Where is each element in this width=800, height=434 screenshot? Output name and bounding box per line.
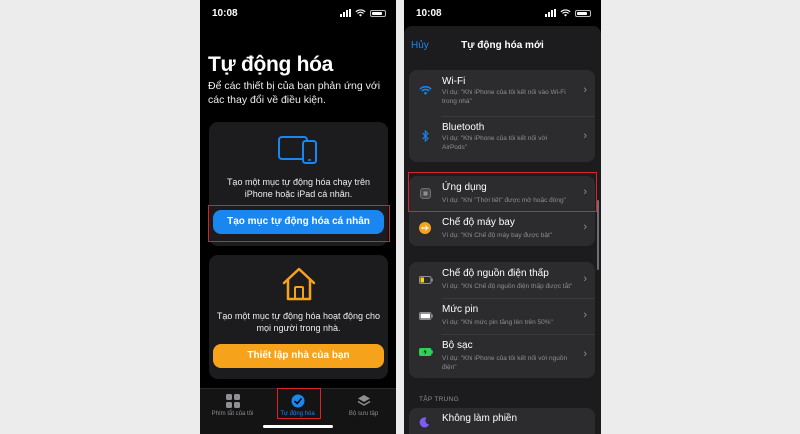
create-personal-automation-button[interactable]: Tạo mục tự động hóa cá nhân [213, 210, 384, 234]
nav-bar: Hủy Tự động hóa mới [404, 26, 601, 64]
row-bluetooth[interactable]: Bluetooth Ví dụ: "Khi iPhone của tôi kết… [409, 116, 595, 162]
home-icon [282, 267, 315, 301]
personal-card-text: Tạo một mục tự động hóa chạy trên iPhone… [226, 177, 371, 199]
row-low-power-mode[interactable]: Chế độ nguồn điện thấp Ví dụ: "Khi Chế đ… [409, 262, 595, 298]
battery-icon [575, 9, 591, 17]
wifi-icon [560, 9, 571, 17]
status-icons [545, 9, 591, 17]
phone-right-new-automation: 10:08 Hủy Tự động hóa mới Wi-Fi Ví dụ: "… [404, 0, 601, 434]
row-charger[interactable]: Bộ sạc Ví dụ: "Khi iPhone của tôi kết nố… [409, 334, 595, 378]
setup-home-button[interactable]: Thiết lập nhà của bạn [213, 344, 384, 368]
wifi-icon [419, 86, 432, 95]
status-time: 10:08 [212, 8, 238, 19]
row-title: Bluetooth [442, 122, 485, 133]
app-group: Ứng dụng Ví dụ: "Khi "Thời tiết" được mở… [409, 176, 595, 246]
chevron-right-icon: › [583, 84, 587, 96]
row-subtitle: Ví dụ: "Khi iPhone của tôi kết nối với A… [442, 135, 548, 151]
tab-gallery[interactable]: Bộ sưu tập [331, 389, 396, 417]
row-subtitle: Ví dụ: "Khi Chế độ nguồn điện thấp được … [442, 283, 573, 290]
battery-icon [370, 9, 386, 17]
row-subtitle: Ví dụ: "Khi Chế độ máy bay được bật" [442, 232, 553, 239]
focus-group: Không làm phiền [409, 408, 595, 434]
row-battery-level[interactable]: Mức pin Ví dụ: "Khi mức pin tăng lên trê… [409, 298, 595, 334]
home-automation-card: Tạo một mục tự động hóa hoạt động cho mọ… [209, 255, 388, 379]
status-bar: 10:08 [200, 0, 396, 26]
tab-label: Phím tắt của tôi [211, 411, 254, 417]
page-title: Tự động hóa [208, 53, 334, 76]
row-title: Ứng dụng [442, 182, 487, 193]
row-do-not-disturb[interactable]: Không làm phiền [409, 408, 595, 434]
chevron-right-icon: › [583, 348, 587, 360]
row-app[interactable]: Ứng dụng Ví dụ: "Khi "Thời tiết" được mở… [409, 176, 595, 211]
row-title: Mức pin [442, 304, 479, 315]
row-subtitle: Ví dụ: "Khi mức pin tăng lên trên 50%" [442, 319, 553, 326]
charging-battery-icon [419, 348, 433, 356]
chevron-right-icon: › [583, 309, 587, 321]
signal-icon [340, 9, 351, 17]
row-title: Bộ sạc [442, 340, 473, 351]
chevron-right-icon: › [583, 221, 587, 233]
moon-icon [419, 417, 430, 428]
page-subtitle: Để các thiết bị của bạn phản ứng với các… [208, 80, 381, 106]
row-airplane-mode[interactable]: Chế độ máy bay Ví dụ: "Khi Chế độ máy ba… [409, 211, 595, 246]
row-wifi[interactable]: Wi-Fi Ví dụ: "Khi iPhone của tôi kết nối… [409, 70, 595, 116]
chevron-right-icon: › [583, 186, 587, 198]
status-time: 10:08 [416, 8, 442, 19]
tab-my-shortcuts[interactable]: Phím tắt của tôi [200, 389, 265, 417]
low-battery-icon [419, 276, 433, 284]
chevron-right-icon: › [583, 130, 587, 142]
power-group: Chế độ nguồn điện thấp Ví dụ: "Khi Chế đ… [409, 262, 595, 378]
personal-automation-card: Tạo một mục tự động hóa chạy trên iPhone… [209, 122, 388, 246]
home-card-text: Tạo một mục tự động hóa hoạt động cho mọ… [216, 311, 381, 333]
row-subtitle: Ví dụ: "Khi iPhone của tôi kết nối vào W… [442, 89, 566, 105]
battery-level-icon [419, 312, 433, 320]
devices-icon [277, 136, 317, 164]
layers-icon [357, 395, 370, 406]
row-title: Không làm phiền [442, 413, 518, 424]
wifi-icon [355, 9, 366, 17]
tab-label: Bộ sưu tập [348, 411, 379, 417]
row-subtitle: Ví dụ: "Khi "Thời tiết" được mở hoặc đón… [442, 197, 566, 204]
chevron-right-icon: › [583, 273, 587, 285]
tab-bar: Phím tắt của tôi Tự động hóa Bộ sưu tập [200, 388, 396, 434]
row-title: Chế độ máy bay [442, 217, 515, 228]
scrollbar[interactable] [597, 200, 599, 270]
grid-icon [225, 394, 240, 408]
nav-title: Tự động hóa mới [461, 40, 544, 51]
section-header-focus: TẬP TRUNG [419, 396, 460, 403]
row-title: Chế độ nguồn điện thấp [442, 268, 549, 279]
airplane-icon [419, 222, 431, 234]
bluetooth-icon [422, 130, 429, 142]
status-icons [340, 9, 386, 17]
status-bar: 10:08 [404, 0, 601, 26]
tab-label: Tự động hóa [280, 411, 315, 417]
row-title: Wi-Fi [442, 76, 466, 87]
connectivity-group: Wi-Fi Ví dụ: "Khi iPhone của tôi kết nối… [409, 70, 595, 162]
automation-clock-icon [291, 394, 304, 408]
home-indicator [263, 425, 333, 428]
row-subtitle: Ví dụ: "Khi iPhone của tôi kết nối với n… [442, 355, 568, 371]
signal-icon [545, 9, 556, 17]
phone-left-automation: 10:08 Tự động hóa Để các thiết bị của bạ… [200, 0, 396, 434]
tab-automation[interactable]: Tự động hóa [265, 389, 330, 417]
app-icon [420, 188, 431, 199]
